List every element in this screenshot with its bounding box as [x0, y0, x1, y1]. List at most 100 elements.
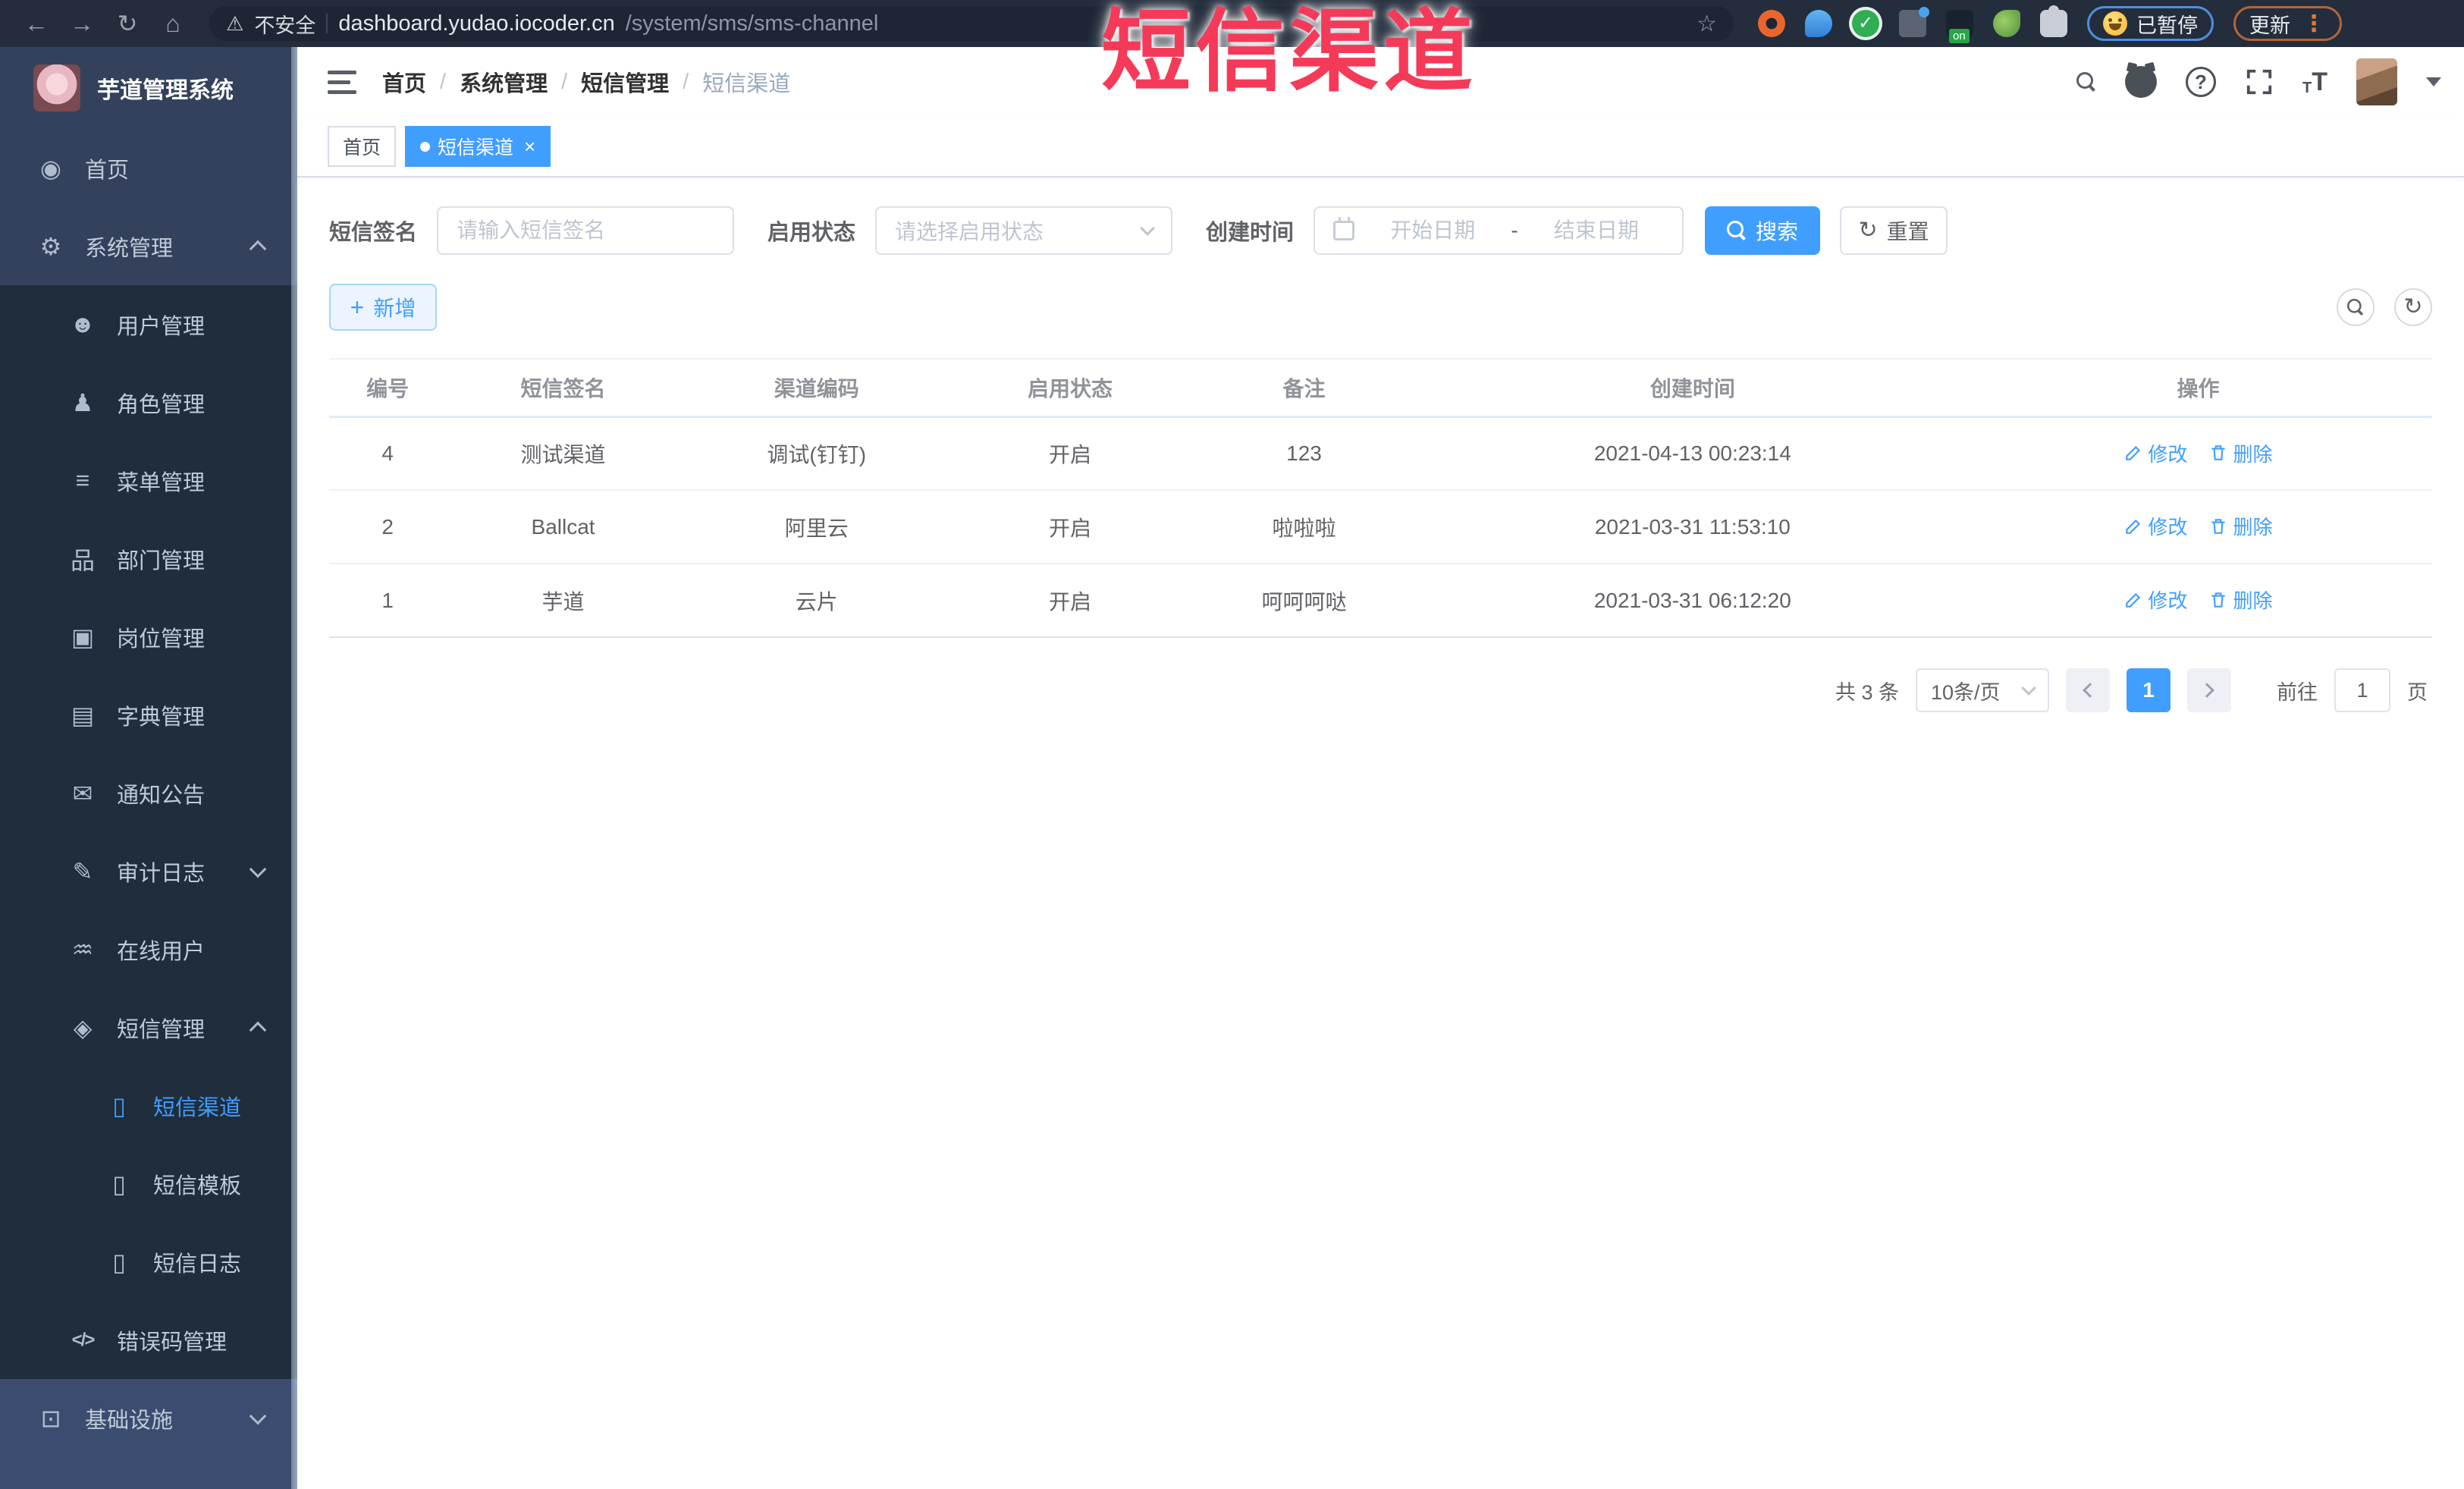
next-page-button[interactable]: [2187, 668, 2231, 712]
page-size-select[interactable]: 10条/页: [1916, 668, 2049, 712]
github-icon[interactable]: [2125, 66, 2157, 98]
sidebar-item-menu[interactable]: ≡ 菜单管理: [0, 441, 297, 520]
end-date-input[interactable]: [1528, 218, 1665, 243]
sidebar-item-system[interactable]: ⚙ 系统管理: [0, 207, 297, 285]
sidebar-item-error-code[interactable]: </> 错误码管理: [0, 1301, 297, 1379]
pin-extension-icon[interactable]: [1805, 10, 1832, 37]
table-header-row: 编号 短信签名 渠道编码 启用状态 备注 创建时间 操作: [329, 359, 2432, 418]
orange-extension-icon[interactable]: [1758, 10, 1785, 37]
app-logo[interactable]: 芋道管理系统: [0, 47, 297, 129]
cell-status: 开启: [953, 490, 1188, 564]
refresh-icon: ↻: [1858, 218, 1878, 243]
logo-avatar: [33, 64, 80, 112]
date-range-picker[interactable]: -: [1314, 206, 1684, 255]
delete-link[interactable]: 删除: [2208, 439, 2272, 467]
fullscreen-icon[interactable]: [2245, 68, 2274, 96]
sidebar-item-dept[interactable]: 品部门管理: [0, 520, 297, 598]
sidebar-item-post[interactable]: ▣ 岗位管理: [0, 598, 297, 676]
sms-shield-icon: ◈: [73, 1013, 93, 1041]
grid-extension-icon[interactable]: [1899, 7, 1929, 37]
time-label: 创建时间: [1206, 221, 1295, 245]
search-icon[interactable]: [2076, 72, 2096, 92]
edit-link[interactable]: 修改: [2123, 439, 2187, 467]
tab-首页[interactable]: 首页: [328, 126, 397, 167]
sidebar-item-sms-template[interactable]: ▯ 短信模板: [0, 1145, 297, 1223]
sidebar-item-audit-log[interactable]: ✎ 审计日志: [0, 832, 297, 910]
infra-icon: ⊡: [40, 1404, 61, 1432]
edit-link[interactable]: 修改: [2123, 586, 2187, 614]
puzzle-extension-icon[interactable]: [2040, 5, 2067, 37]
sidebar-item-notice[interactable]: ✉ 通知公告: [0, 754, 297, 832]
sidebar-item-label: 审计日志: [117, 861, 206, 886]
column-header: 创建时间: [1420, 359, 1964, 418]
delete-link[interactable]: 删除: [2208, 586, 2272, 614]
sidebar-item-sms-log[interactable]: ▯ 短信日志: [0, 1223, 297, 1301]
leaf-extension-icon[interactable]: [1993, 10, 2020, 37]
chevron-down-icon: [1140, 221, 1155, 236]
check-extension-icon[interactable]: [1852, 10, 1879, 37]
start-date-input[interactable]: [1365, 218, 1501, 243]
browser-refresh-button[interactable]: ↻: [108, 5, 147, 42]
calendar-icon: [1333, 217, 1355, 240]
cell-code: 云片: [680, 564, 953, 638]
update-label: 更新: [2249, 14, 2290, 37]
onoff-extension-icon[interactable]: [1946, 10, 1973, 43]
sidebar-item-home[interactable]: ◉ 首页: [0, 129, 297, 207]
chevron-up-icon: [249, 240, 267, 257]
cell-code: 阿里云: [680, 490, 953, 564]
toggle-search-button[interactable]: [2337, 288, 2375, 326]
badge-icon: ▣: [71, 623, 95, 651]
cell-created: 2021-03-31 11:53:10: [1420, 490, 1964, 564]
sign-input[interactable]: [457, 218, 715, 243]
font-size-icon[interactable]: TT: [2302, 68, 2327, 97]
browser-forward-button[interactable]: →: [62, 5, 102, 42]
paused-badge[interactable]: 已暂停: [2087, 6, 2214, 41]
goto-page-input[interactable]: [2334, 668, 2390, 712]
table-row: 4 测试渠道 调试(钉钉) 开启 123 2021-04-13 00:23:14 修改 删除: [329, 416, 2432, 491]
reset-button[interactable]: ↻ 重置: [1840, 206, 1948, 255]
sidebar-item-role[interactable]: ♟ 角色管理: [0, 363, 297, 441]
browser-back-button[interactable]: ←: [17, 5, 56, 42]
users-icon: ♟: [71, 388, 94, 416]
help-icon[interactable]: [2186, 67, 2216, 97]
chevron-left-icon: [2083, 683, 2098, 698]
audit-log-icon: ✎: [72, 857, 93, 885]
breadcrumb-item[interactable]: 首页: [382, 66, 426, 98]
bookmark-star-icon[interactable]: ☆: [1697, 11, 1717, 37]
refresh-table-button[interactable]: ↻: [2394, 288, 2432, 326]
breadcrumb-item[interactable]: 短信管理: [581, 66, 669, 98]
close-icon[interactable]: ×: [524, 135, 535, 159]
add-button[interactable]: + 新增: [329, 284, 437, 331]
table-row: 1 芋道 云片 开启 呵呵呵哒 2021-03-31 06:12:20 修改 删除: [329, 564, 2432, 638]
search-button[interactable]: 搜索: [1705, 206, 1821, 255]
prev-page-button[interactable]: [2066, 668, 2110, 712]
edit-link[interactable]: 修改: [2123, 512, 2187, 540]
browser-home-button[interactable]: ⌂: [153, 5, 193, 42]
status-select[interactable]: 请选择启用状态: [875, 206, 1173, 255]
content-area: 短信签名 启用状态 请选择启用状态 创建时间 -: [297, 177, 2464, 1489]
extensions-area: 已暂停 更新 ⋮: [1758, 5, 2342, 43]
sidebar-item-sms-channel[interactable]: ▯ 短信渠道: [0, 1066, 297, 1145]
sidebar-item-online-user[interactable]: ♒ 在线用户: [0, 910, 297, 988]
delete-link[interactable]: 删除: [2208, 512, 2272, 540]
page-number-1[interactable]: 1: [2127, 668, 2171, 712]
sidebar-item-user[interactable]: ☻ 用户管理: [0, 285, 297, 363]
kebab-menu-icon[interactable]: ⋮: [2302, 11, 2326, 37]
cell-id: 4: [329, 416, 447, 491]
user-avatar[interactable]: [2356, 58, 2397, 105]
sidebar-item-dict[interactable]: ▤ 字典管理: [0, 676, 297, 754]
url-bar[interactable]: ⚠ 不安全 dashboard.yudao.iocoder.cn /system…: [209, 6, 1734, 41]
update-button[interactable]: 更新 ⋮: [2233, 6, 2342, 41]
cell-sign: Ballcat: [446, 490, 680, 564]
sidebar-item-sms[interactable]: ◈ 短信管理: [0, 988, 297, 1066]
chevron-down-icon[interactable]: [2426, 77, 2441, 86]
url-divider: [326, 14, 328, 33]
hamburger-icon[interactable]: [328, 70, 356, 94]
breadcrumb-item[interactable]: 系统管理: [460, 66, 548, 98]
tab-短信渠道[interactable]: 短信渠道 ×: [405, 126, 551, 167]
sidebar: 芋道管理系统 ◉ 首页 ⚙ 系统管理 ☻ 用户管理 ♟ 角色管理 ≡ 菜单管理品部门管理 ▣ 岗位管理…: [0, 47, 297, 1489]
sidebar-item-infra[interactable]: ⊡ 基础设施: [0, 1379, 297, 1457]
sidebar-item-label: 错误码管理: [117, 1330, 228, 1355]
cell-operations: 修改 删除: [1963, 416, 2432, 491]
sidebar-item-label: 字典管理: [117, 705, 206, 730]
